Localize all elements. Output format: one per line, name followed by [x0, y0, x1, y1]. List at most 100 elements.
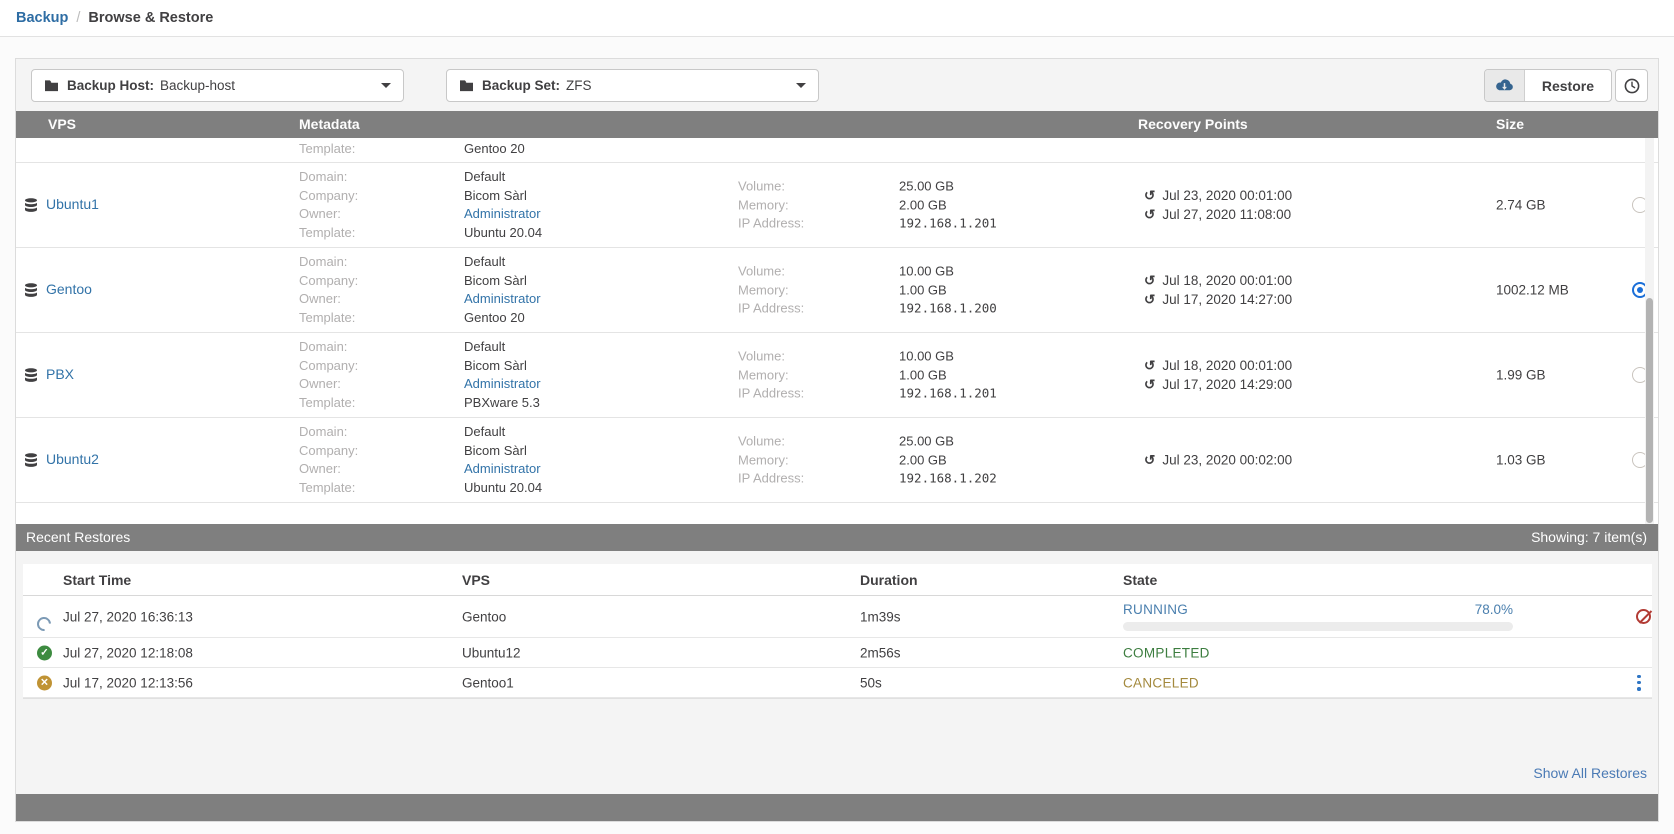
restore-history-button[interactable] [1615, 69, 1648, 102]
table-row-gentoo: Gentoo Domain: Company: Owner: Template: De… [16, 248, 1658, 333]
table-row-clipped: Template: Gentoo 20 [16, 138, 1658, 163]
table-row-ubuntu2: Ubuntu2 Domain: Company: Owner: Template: D… [16, 418, 1658, 503]
cancel-restore-icon[interactable] [1636, 608, 1651, 624]
backup-set-dropdown[interactable]: Backup Set: ZFS [446, 69, 819, 102]
database-icon [24, 368, 38, 386]
restore-row-completed: ✓ Jul 27, 2020 12:18:08 Ubuntu12 2m56s C… [23, 638, 1652, 668]
restore-row-canceled: ✕ Jul 17, 2020 12:13:56 Gentoo1 50s CANC… [23, 668, 1652, 698]
show-all-restores-link[interactable]: Show All Restores [1533, 765, 1647, 781]
running-spinner-icon [34, 613, 54, 634]
table-row-ubuntu1: Ubuntu1 Domain: Company: Owner: Template: D… [16, 163, 1658, 248]
chevron-down-icon [796, 83, 806, 88]
column-header-start-time: Start Time [63, 572, 132, 588]
spec-values: 25.00 GB 2.00 GB 192.168.1.202 [899, 433, 997, 486]
spec-labels: Volume: Memory: IP Address: [738, 433, 805, 486]
backup-host-value: Backup-host [160, 78, 236, 93]
vps-name-link[interactable]: PBX [46, 366, 74, 382]
recent-restores-header: Recent Restores Showing: 7 item(s) [16, 524, 1658, 551]
restore-duration: 50s [860, 675, 882, 690]
restore-vps: Gentoo1 [462, 675, 514, 690]
meta-value: Gentoo 20 [464, 140, 525, 156]
meta-labels: Domain: Company: Owner: Template: [299, 169, 359, 240]
backup-set-value: ZFS [566, 78, 592, 93]
spec-labels: Volume: Memory: IP Address: [738, 263, 805, 316]
completed-check-icon: ✓ [37, 645, 52, 660]
backup-host-dropdown[interactable]: Backup Host: Backup-host [31, 69, 404, 102]
recovery-point[interactable]: Jul 17, 2020 14:27:00 [1144, 290, 1292, 309]
restore-button[interactable]: Restore [1483, 69, 1612, 102]
progress-bar [1123, 622, 1513, 631]
meta-values: Default Bicom Sàrl Administrator Gentoo 20 [464, 254, 541, 325]
row-menu-kebab-icon[interactable] [1632, 674, 1646, 691]
recovery-points: Jul 23, 2020 00:02:00 [1144, 451, 1292, 470]
folder-icon [460, 80, 473, 92]
spec-labels: Volume: Memory: IP Address: [738, 348, 805, 401]
recovery-point[interactable]: Jul 27, 2020 11:08:00 [1144, 205, 1292, 224]
status-badge: COMPLETED [1123, 645, 1210, 660]
restore-vps: Gentoo [462, 609, 507, 624]
chevron-down-icon [381, 83, 391, 88]
backup-size: 1.03 GB [1496, 452, 1546, 468]
recent-restores-title: Recent Restores [26, 529, 131, 545]
meta-values: Default Bicom Sàrl Administrator Ubuntu 20.… [464, 169, 543, 240]
breadcrumb: Backup / Browse & Restore [16, 10, 213, 26]
restore-duration: 1m39s [860, 609, 901, 624]
top-bar: Backup / Browse & Restore [0, 0, 1674, 37]
table-row-pbx: PBX Domain: Company: Owner: Template: Defau… [16, 333, 1658, 418]
column-header-recovery-points: Recovery Points [1138, 116, 1248, 132]
spec-labels: Volume: Memory: IP Address: [738, 178, 805, 231]
database-icon [24, 453, 38, 471]
recovery-point[interactable]: Jul 17, 2020 14:29:00 [1144, 375, 1292, 394]
breadcrumb-separator: / [76, 10, 81, 26]
column-header-state: State [1123, 572, 1158, 588]
meta-labels: Domain: Company: Owner: Template: [299, 339, 359, 410]
panel-footer-bar [16, 794, 1658, 821]
scrollbar-thumb[interactable] [1646, 298, 1653, 523]
vps-name-link[interactable]: Ubuntu1 [46, 196, 99, 212]
database-icon [24, 283, 38, 301]
recovery-point[interactable]: Jul 23, 2020 00:02:00 [1144, 451, 1292, 470]
recovery-point[interactable]: Jul 18, 2020 00:01:00 [1144, 271, 1292, 290]
meta-label: Template: [299, 140, 356, 156]
restore-vps: Ubuntu12 [462, 645, 521, 660]
column-header-vps: VPS [462, 572, 491, 588]
column-header-size: Size [1496, 116, 1525, 132]
recovery-point[interactable]: Jul 18, 2020 00:01:00 [1144, 356, 1292, 375]
cloud-download-icon [1495, 79, 1513, 91]
vps-table-header: VPS Metadata Recovery Points Size [16, 111, 1658, 138]
spec-values: 25.00 GB 2.00 GB 192.168.1.201 [899, 178, 997, 231]
status-badge: RUNNING [1123, 602, 1189, 617]
meta-values: Default Bicom Sàrl Administrator Ubuntu 20.… [464, 424, 543, 495]
column-header-metadata: Metadata [299, 116, 360, 132]
backup-set-label: Backup Set: [482, 78, 561, 93]
browse-restore-panel: Backup Host: Backup-host Backup Set: ZFS… [15, 58, 1659, 822]
recovery-points: Jul 23, 2020 00:01:00 Jul 27, 2020 11:08… [1144, 186, 1292, 224]
status-badge: CANCELED [1123, 675, 1199, 690]
vps-name-link[interactable]: Ubuntu2 [46, 451, 99, 467]
restore-start-time: Jul 27, 2020 12:18:08 [63, 645, 193, 660]
owner-link[interactable]: Administrator [464, 461, 541, 476]
column-header-vps: VPS [48, 116, 77, 132]
recovery-point[interactable]: Jul 23, 2020 00:01:00 [1144, 186, 1292, 205]
restore-duration: 2m56s [860, 645, 901, 660]
vps-table-scrollbar[interactable] [1645, 138, 1654, 524]
vps-name-link[interactable]: Gentoo [46, 281, 92, 297]
restore-state-cell: RUNNING 78.0% [1123, 596, 1513, 637]
page-title: Browse & Restore [88, 10, 214, 26]
breadcrumb-backup-link[interactable]: Backup [16, 10, 68, 26]
database-icon [24, 198, 38, 216]
owner-link[interactable]: Administrator [464, 376, 541, 391]
owner-link[interactable]: Administrator [464, 206, 541, 221]
meta-labels: Domain: Company: Owner: Template: [299, 424, 359, 495]
canceled-x-icon: ✕ [37, 675, 52, 690]
owner-link[interactable]: Administrator [464, 291, 541, 306]
restore-row-running: Jul 27, 2020 16:36:13 Gentoo 1m39s RUNNI… [23, 596, 1652, 638]
meta-labels: Domain: Company: Owner: Template: [299, 254, 359, 325]
backup-size: 1.99 GB [1496, 367, 1546, 383]
recovery-points: Jul 18, 2020 00:01:00 Jul 17, 2020 14:27… [1144, 271, 1292, 309]
backup-size: 1002.12 MB [1496, 282, 1569, 298]
backup-host-label: Backup Host: [67, 78, 155, 93]
restore-state-cell: COMPLETED [1123, 638, 1513, 667]
restore-start-time: Jul 17, 2020 12:13:56 [63, 675, 193, 690]
spec-values: 10.00 GB 1.00 GB 192.168.1.200 [899, 263, 997, 316]
